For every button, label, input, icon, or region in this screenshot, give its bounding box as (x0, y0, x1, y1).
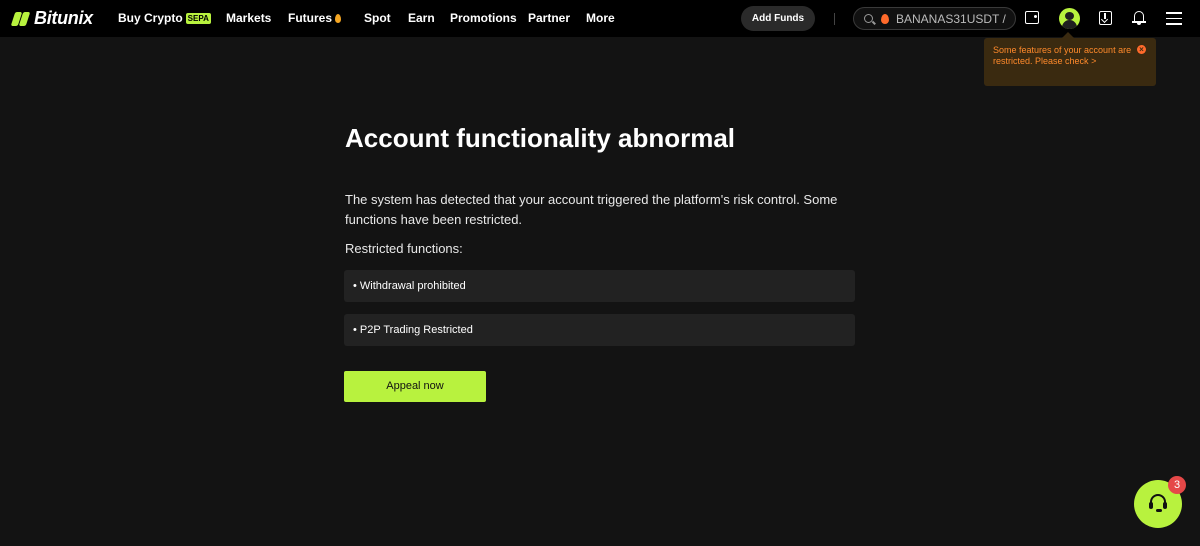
wallet-icon[interactable] (1025, 11, 1039, 24)
restriction-tooltip[interactable]: Some features of your account are restri… (984, 32, 1156, 86)
nav-buy-crypto[interactable]: Buy Crypto SEPA (118, 11, 211, 25)
logo-icon (10, 11, 31, 26)
hot-icon (881, 14, 889, 24)
restricted-functions-label: Restricted functions: (345, 241, 463, 256)
risk-description: The system has detected that your accoun… (345, 192, 838, 227)
search-placeholder: BANANAS31USDT / (896, 12, 1006, 26)
nav-futures[interactable]: Futures (288, 11, 342, 25)
nav-partner[interactable]: Partner (528, 11, 570, 25)
add-funds-button[interactable]: Add Funds (741, 6, 815, 31)
avatar[interactable] (1059, 8, 1080, 29)
nav-markets[interactable]: Markets (226, 11, 271, 25)
bitunix-logo[interactable]: Bitunix (10, 8, 93, 29)
nav-futures-label: Futures (288, 11, 333, 25)
nav-buy-crypto-label: Buy Crypto (118, 11, 183, 25)
chevron-right-icon: > (1091, 56, 1097, 66)
nav-spot[interactable]: Spot (364, 11, 391, 25)
search-icon (864, 14, 873, 23)
search-input[interactable]: BANANAS31USDT / (853, 7, 1016, 30)
logo-text: Bitunix (34, 8, 93, 28)
nav-more[interactable]: More (586, 11, 615, 25)
nav-earn[interactable]: Earn (408, 11, 435, 25)
menu-icon[interactable] (1166, 12, 1182, 25)
divider (834, 13, 835, 25)
restriction-item-p2p: • P2P Trading Restricted (344, 314, 855, 346)
headset-icon (1149, 494, 1167, 512)
top-nav-bar: Bitunix Buy Crypto SEPA Markets Futures S… (0, 0, 1200, 37)
nav-promotions[interactable]: Promotions (450, 11, 517, 25)
appeal-now-button[interactable]: Appeal now (344, 371, 486, 402)
page-title: Account functionality abnormal (345, 123, 736, 153)
flame-icon (335, 14, 342, 23)
tooltip-message: Some features of your account are restri… (993, 45, 1132, 66)
download-icon[interactable] (1099, 11, 1112, 25)
bell-icon[interactable] (1132, 10, 1146, 26)
close-icon[interactable]: × (1137, 45, 1146, 54)
support-notification-badge: 3 (1168, 476, 1186, 494)
sepa-badge: SEPA (185, 13, 211, 24)
restriction-item-withdrawal: • Withdrawal prohibited (344, 270, 855, 302)
